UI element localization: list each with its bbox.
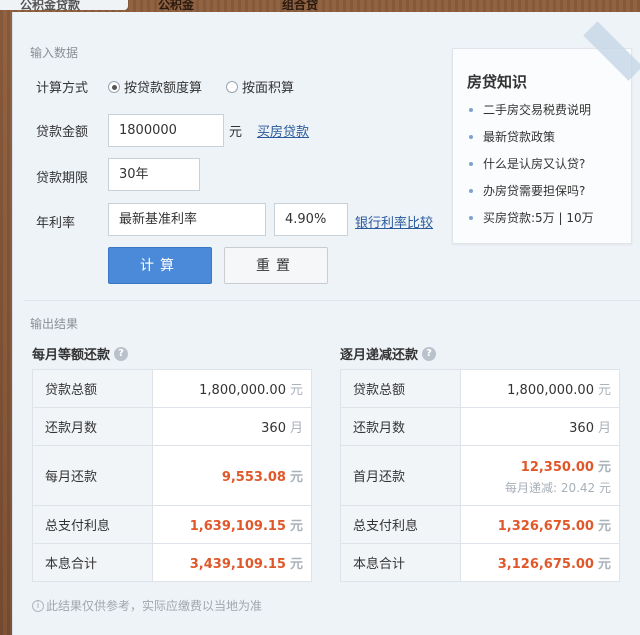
table-row: 首月还款 12,350.00 元每月递减: 20.42 元	[340, 445, 620, 506]
help-icon[interactable]: ?	[422, 346, 437, 361]
table-row: 本息合计 3,126,675.00 元	[340, 543, 620, 582]
table-row: 还款月数 360 月	[340, 407, 620, 446]
first-month-payment-value: 12,350.00 元每月递减: 20.42 元	[460, 445, 620, 506]
row-key: 总支付利息	[32, 505, 153, 544]
row-key: 本息合计	[340, 543, 461, 582]
knowledge-list: 二手房交易税费说明 最新贷款政策 什么是认房又认贷? 办房贷需要担保吗? 买房贷…	[469, 101, 594, 236]
knowledge-item-recognition[interactable]: 什么是认房又认贷?	[469, 155, 594, 182]
rate-type-select[interactable]: 最新基准利率	[108, 203, 266, 236]
bullet-icon	[469, 108, 473, 112]
info-icon: i	[32, 599, 44, 612]
row-key: 还款月数	[32, 407, 153, 446]
row-key: 每月还款	[32, 445, 153, 506]
knowledge-title: 房贷知识	[467, 73, 528, 91]
monthly-payment-value: 9,553.08 元	[152, 445, 312, 506]
bullet-icon	[469, 162, 473, 166]
tab-bar: 公积金贷款 公积金 组合贷	[0, 0, 640, 12]
radio-unselected-icon	[226, 80, 238, 93]
table-row: 还款月数 360 月	[32, 407, 312, 446]
bullet-icon	[469, 189, 473, 193]
output-section-title: 输出结果	[30, 317, 79, 331]
reset-button[interactable]: 重置	[224, 247, 328, 284]
row-value: 1,800,000.00 元	[460, 369, 620, 408]
knowledge-item-guarantee[interactable]: 办房贷需要担保吗?	[469, 182, 594, 209]
radio-by-area[interactable]: 按面积算	[226, 77, 294, 96]
table-row: 本息合计 3,439,109.15 元	[32, 543, 312, 582]
tab-commercial-loan[interactable]: 公积金贷款	[0, 0, 128, 10]
knowledge-item-tax[interactable]: 二手房交易税费说明	[469, 101, 594, 128]
loan-amount-unit: 元	[229, 125, 243, 140]
loan-amount-label: 贷款金额	[36, 125, 89, 140]
table-row: 总支付利息 1,639,109.15 元	[32, 505, 312, 544]
calc-method-label: 计算方式	[36, 81, 89, 96]
row-key: 还款月数	[340, 407, 461, 446]
loan-amount-input[interactable]: 1800000	[108, 114, 224, 147]
total-sum-value: 3,126,675.00 元	[460, 543, 620, 582]
disclaimer-note: i 此结果仅供参考，实际应缴费以当地为准	[32, 597, 262, 614]
input-section-title: 输入数据	[30, 46, 79, 60]
row-key: 首月还款	[340, 445, 461, 506]
tab-provident-fund[interactable]: 公积金	[158, 0, 218, 10]
rate-label: 年利率	[36, 216, 76, 231]
radio-by-amount-label: 按贷款额度算	[124, 81, 203, 96]
radio-by-area-label: 按面积算	[242, 81, 295, 96]
monthly-decrease-text: 每月递减: 20.42 元	[504, 480, 611, 495]
row-key: 总支付利息	[340, 505, 461, 544]
decreasing-payment-title: 逐月递减还款 ?	[340, 344, 437, 363]
term-select[interactable]: 30年	[108, 158, 200, 191]
bullet-icon	[469, 216, 473, 220]
total-interest-value: 1,326,675.00 元	[460, 505, 620, 544]
knowledge-item-loan-amount[interactable]: 买房贷款:5万 | 10万	[469, 209, 594, 236]
radio-by-amount[interactable]: 按贷款额度算	[108, 77, 202, 96]
help-icon[interactable]: ?	[114, 346, 129, 361]
section-divider	[24, 300, 640, 301]
row-key: 贷款总额	[340, 369, 461, 408]
mortgage-knowledge-card: 房贷知识 二手房交易税费说明 最新贷款政策 什么是认房又认贷? 办房贷需要担保吗…	[452, 21, 640, 244]
bullet-icon	[469, 135, 473, 139]
tab-combined-loan[interactable]: 组合贷	[282, 0, 342, 10]
total-interest-value: 1,639,109.15 元	[152, 505, 312, 544]
knowledge-item-policy[interactable]: 最新贷款政策	[469, 128, 594, 155]
row-value: 1,800,000.00 元	[152, 369, 312, 408]
buy-loan-link[interactable]: 买房贷款	[257, 121, 309, 140]
radio-selected-icon	[108, 80, 120, 93]
rate-input[interactable]: 4.90%	[274, 203, 348, 236]
term-label: 贷款期限	[36, 171, 89, 186]
calculate-button[interactable]: 计算	[108, 247, 212, 284]
table-row: 总支付利息 1,326,675.00 元	[340, 505, 620, 544]
rate-compare-link[interactable]: 银行利率比较	[355, 212, 433, 231]
table-row: 贷款总额 1,800,000.00 元	[32, 369, 312, 408]
row-value: 360 月	[152, 407, 312, 446]
equal-payment-title: 每月等额还款 ?	[32, 344, 129, 363]
decreasing-payment-table: 贷款总额 1,800,000.00 元 还款月数 360 月 首月还款 12,350…	[340, 369, 620, 582]
row-value: 360 月	[460, 407, 620, 446]
table-row: 贷款总额 1,800,000.00 元	[340, 369, 620, 408]
row-key: 本息合计	[32, 543, 153, 582]
row-key: 贷款总额	[32, 369, 153, 408]
equal-payment-table: 贷款总额 1,800,000.00 元 还款月数 360 月 每月还款 9,553.…	[32, 369, 312, 582]
total-sum-value: 3,439,109.15 元	[152, 543, 312, 582]
table-row: 每月还款 9,553.08 元	[32, 445, 312, 506]
